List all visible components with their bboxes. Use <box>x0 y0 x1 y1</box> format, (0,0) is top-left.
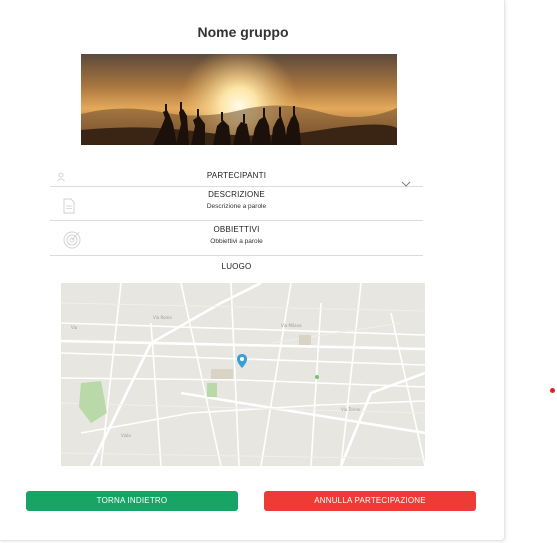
participants-label: PARTECIPANTI <box>206 171 267 180</box>
back-button[interactable]: TORNA INDIETRO <box>26 491 238 511</box>
svg-text:Via Roma: Via Roma <box>153 315 172 320</box>
location-label: LUOGO <box>221 262 252 271</box>
indicator-dot <box>550 388 555 393</box>
description-label: DESCRIZIONE <box>208 190 265 199</box>
map-pin-icon[interactable] <box>237 354 247 373</box>
svg-text:Viale: Viale <box>121 433 131 438</box>
participants-row[interactable]: PARTECIPANTI <box>50 168 423 187</box>
svg-text:Via Milano: Via Milano <box>281 323 302 328</box>
objectives-text: Obbiettivi a parole <box>210 238 263 245</box>
target-icon <box>62 229 82 254</box>
group-title: Nome gruppo <box>197 24 289 40</box>
svg-text:Via: Via <box>71 325 78 330</box>
location-map[interactable]: Via Via Roma Via Milano Viale Via Torino <box>61 283 425 466</box>
group-detail-card: Nome gruppo PARTECIPANTI DESCRIZIONE Des… <box>0 0 505 541</box>
objectives-label: OBBIETTIVI <box>213 225 260 234</box>
description-row: DESCRIZIONE Descrizione a parole <box>50 187 423 221</box>
objectives-row: OBBIETTIVI Obbiettivi a parole <box>50 222 423 256</box>
description-text: Descrizione a parole <box>206 203 267 210</box>
group-cover-image <box>81 54 397 145</box>
user-icon <box>56 169 66 187</box>
document-icon <box>63 198 75 219</box>
location-row: LUOGO <box>50 262 423 274</box>
cancel-participation-button[interactable]: ANNULLA PARTECIPAZIONE <box>264 491 476 511</box>
svg-text:Via Torino: Via Torino <box>341 407 361 412</box>
